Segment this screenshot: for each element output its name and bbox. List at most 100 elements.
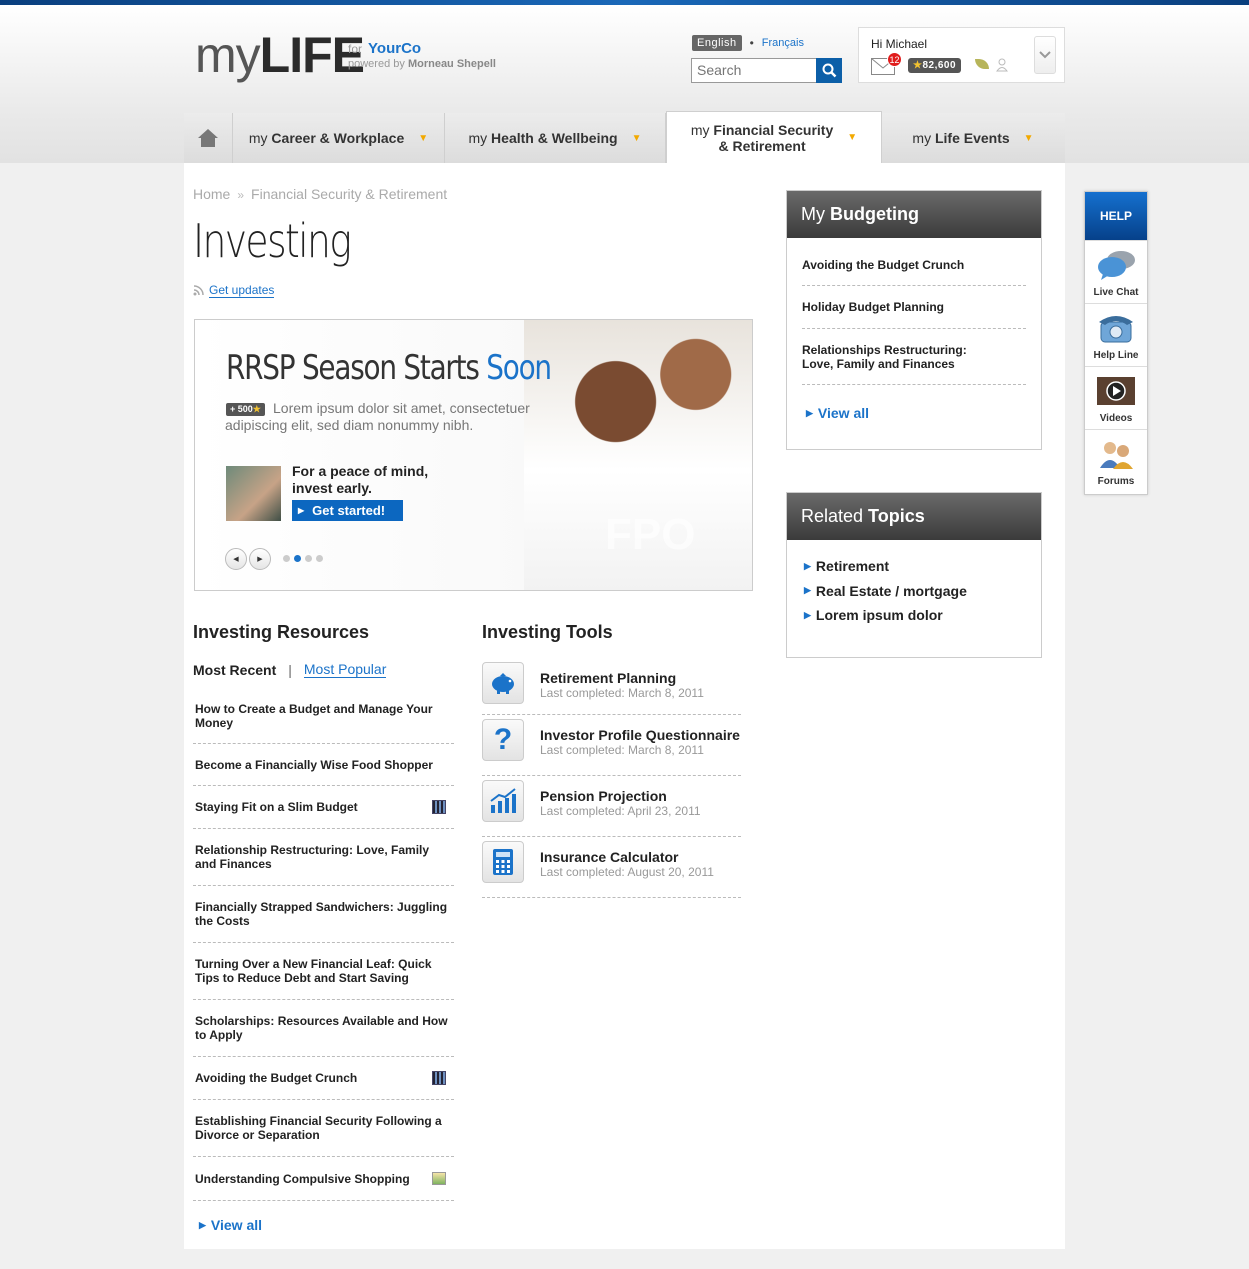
video-icon bbox=[432, 1071, 446, 1085]
resource-item[interactable]: Scholarships: Resources Available and Ho… bbox=[193, 1000, 454, 1057]
leaf-icon[interactable] bbox=[975, 59, 989, 69]
tool-last-completed: Last completed: April 23, 2011 bbox=[540, 804, 701, 818]
get-updates-link[interactable]: Get updates bbox=[209, 283, 275, 298]
related-topic-item[interactable]: ▶ Retirement bbox=[804, 554, 1041, 579]
tool-item[interactable]: Pension Projection Last completed: April … bbox=[482, 776, 741, 837]
live-chat-button[interactable]: Live Chat bbox=[1085, 240, 1147, 303]
dropdown-arrow-icon: ▼ bbox=[631, 132, 642, 144]
page-title: Investing bbox=[193, 214, 352, 268]
carousel-dot[interactable] bbox=[316, 555, 323, 562]
dropdown-arrow-icon: ▼ bbox=[418, 132, 429, 144]
resource-item[interactable]: Relationship Restructuring: Love, Family… bbox=[193, 829, 454, 886]
budgeting-item-label: Holiday Budget Planning bbox=[802, 300, 945, 314]
nav-health-wellbeing[interactable]: my Health & Wellbeing ▼ bbox=[445, 113, 666, 163]
nav-financial-security[interactable]: my Financial Security & Retirement ▼ bbox=[666, 111, 882, 163]
search-icon bbox=[822, 63, 836, 78]
resource-item-label: Staying Fit on a Slim Budget bbox=[195, 800, 358, 814]
resource-item-label: Relationship Restructuring: Love, Family… bbox=[195, 843, 430, 871]
help-line-button[interactable]: Help Line bbox=[1085, 303, 1147, 366]
tool-item[interactable]: Insurance Calculator Last completed: Augu… bbox=[482, 837, 741, 898]
resources-tabs: Most Recent | Most Popular bbox=[193, 661, 387, 678]
related-topic-label: Retirement bbox=[815, 558, 890, 575]
videos-button[interactable]: Videos bbox=[1085, 366, 1147, 429]
get-started-button[interactable]: ▶ Get started! bbox=[292, 500, 403, 521]
fpo-watermark: FPO bbox=[605, 510, 696, 559]
get-updates: Get updates bbox=[193, 283, 275, 298]
related-topic-label: Real Estate / mortgage bbox=[815, 582, 967, 599]
tab-most-popular[interactable]: Most Popular bbox=[303, 661, 387, 678]
resource-item[interactable]: Financially Strapped Sandwichers: Juggli… bbox=[193, 886, 454, 943]
breadcrumb: Home» Financial Security & Retirement bbox=[193, 186, 448, 202]
carousel-dot[interactable] bbox=[283, 555, 290, 562]
resource-item-label: How to Create a Budget and Manage Your M… bbox=[195, 701, 433, 730]
search-button[interactable] bbox=[816, 58, 842, 83]
related-topic-item[interactable]: ▶ Lorem ipsum dolor bbox=[804, 603, 1041, 628]
breadcrumb-home[interactable]: Home bbox=[193, 186, 230, 202]
resource-item-label: Financially Strapped Sandwichers: Juggli… bbox=[195, 900, 448, 928]
budgeting-view-all[interactable]: ▶ View all bbox=[806, 405, 869, 421]
tools-title: Investing Tools bbox=[482, 622, 613, 642]
carousel-prev-button[interactable]: ◀ bbox=[225, 548, 247, 570]
resources-view-all[interactable]: ▶ View all bbox=[199, 1217, 262, 1233]
budgeting-item[interactable]: Avoiding the Budget Crunch bbox=[802, 238, 1026, 286]
budgeting-item[interactable]: Holiday Budget Planning bbox=[802, 286, 1026, 329]
rss-icon bbox=[193, 285, 204, 296]
resource-item-label: Become a Financially Wise Food Shopper bbox=[195, 757, 433, 772]
search-input[interactable] bbox=[692, 59, 814, 81]
resource-item[interactable]: Establishing Financial Security Followin… bbox=[193, 1100, 454, 1157]
hero-title: RRSP Season Starts Soon bbox=[226, 348, 552, 388]
tool-item[interactable]: Retirement Planning Last completed: March… bbox=[482, 658, 741, 715]
resource-item[interactable]: Understanding Compulsive Shopping bbox=[193, 1157, 454, 1201]
resource-item[interactable]: Staying Fit on a Slim Budget bbox=[193, 786, 454, 829]
nav-home[interactable] bbox=[184, 113, 233, 163]
nav-life-events[interactable]: my Life Events ▼ bbox=[882, 113, 1064, 163]
search-box bbox=[691, 58, 842, 83]
resource-item-label: Establishing Financial Security Followin… bbox=[195, 1114, 442, 1142]
play-arrow-icon: ▶ bbox=[298, 506, 305, 515]
piggy-bank-icon bbox=[482, 662, 524, 704]
tool-name: Investor Profile Questionnaire bbox=[540, 727, 740, 743]
tab-most-recent[interactable]: Most Recent bbox=[193, 662, 276, 678]
lang-french[interactable]: Français bbox=[762, 37, 804, 49]
budgeting-header: My Budgeting bbox=[787, 191, 1041, 238]
carousel-arrows: ◀ ▶ bbox=[225, 548, 271, 570]
resource-item[interactable]: Become a Financially Wise Food Shopper bbox=[193, 744, 454, 786]
tool-item[interactable]: ? Investor Profile Questionnaire Last comp… bbox=[482, 715, 741, 776]
resource-item[interactable]: How to Create a Budget and Manage Your M… bbox=[193, 688, 454, 744]
budgeting-item[interactable]: Relationships Restructuring: Love, Famil… bbox=[802, 329, 1026, 385]
my-budgeting-widget: My Budgeting Avoiding the Budget Crunch Ho… bbox=[786, 190, 1042, 450]
carousel-next-button[interactable]: ▶ bbox=[249, 548, 271, 570]
tool-last-completed: Last completed: August 20, 2011 bbox=[540, 865, 714, 879]
resource-item[interactable]: Turning Over a New Financial Leaf: Quick… bbox=[193, 943, 454, 1000]
related-topic-item[interactable]: ▶ Real Estate / mortgage bbox=[804, 579, 1041, 604]
resources-title: Investing Resources bbox=[193, 622, 370, 642]
forums-button[interactable]: Forums bbox=[1085, 429, 1147, 492]
arrow-right-icon: ▶ bbox=[804, 560, 811, 571]
star-icon: ★ bbox=[252, 404, 261, 414]
related-topic-label: Lorem ipsum dolor bbox=[815, 607, 943, 624]
resource-item-label: Scholarships: Resources Available and Ho… bbox=[195, 1014, 448, 1042]
carousel-dot[interactable] bbox=[305, 555, 312, 562]
carousel-dot[interactable] bbox=[294, 555, 301, 562]
help-sidebar: HELP Live Chat Help Line Videos Forums bbox=[1084, 191, 1148, 495]
dropdown-arrow-icon: ▼ bbox=[847, 131, 858, 143]
user-menu-dropdown[interactable] bbox=[1034, 36, 1056, 74]
main-nav: my Career & Workplace ▼ my Health & Wellb… bbox=[184, 111, 1065, 163]
tool-name: Insurance Calculator bbox=[540, 849, 679, 865]
lang-english[interactable]: English bbox=[692, 35, 742, 51]
phone-icon bbox=[1099, 316, 1133, 343]
resources-list: How to Create a Budget and Manage Your M… bbox=[193, 688, 454, 1201]
related-header: Related Topics bbox=[787, 493, 1041, 540]
chevron-down-icon bbox=[1039, 51, 1051, 59]
nav-career-workplace[interactable]: my Career & Workplace ▼ bbox=[233, 113, 445, 163]
profile-icon[interactable] bbox=[996, 58, 1008, 72]
company-line: for YourCo bbox=[348, 40, 422, 57]
tools-list: Retirement Planning Last completed: March… bbox=[482, 658, 741, 898]
related-list: ▶ Retirement ▶ Real Estate / mortgage ▶ Lorem… bbox=[787, 540, 1041, 628]
forum-people-icon bbox=[1100, 442, 1133, 469]
breadcrumb-current[interactable]: Financial Security & Retirement bbox=[251, 186, 447, 202]
question-icon: ? bbox=[482, 719, 524, 761]
mylife-logo[interactable]: myLIFE bbox=[195, 30, 365, 80]
arrow-right-icon: ▶ bbox=[804, 585, 811, 596]
resource-item[interactable]: Avoiding the Budget Crunch bbox=[193, 1057, 454, 1100]
